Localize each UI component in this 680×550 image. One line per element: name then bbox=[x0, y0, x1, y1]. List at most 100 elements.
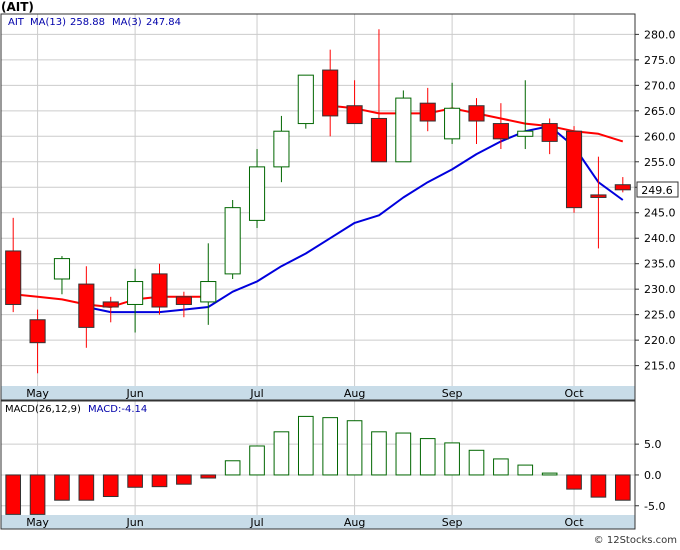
macd-bar bbox=[54, 474, 70, 501]
price-x-label: Aug bbox=[344, 387, 365, 400]
price-panel: May Jun Jul Aug Sep Oct 215.0 220.0 225.0 230.0 2… bbox=[0, 13, 676, 401]
candle bbox=[395, 90, 412, 163]
candle-body bbox=[346, 105, 363, 125]
candle-body bbox=[492, 123, 509, 140]
candle-body bbox=[297, 74, 314, 125]
candle-body bbox=[395, 97, 412, 163]
price-x-label: May bbox=[26, 387, 49, 400]
candle-body bbox=[200, 281, 217, 303]
legend-ma13-value: 258.88 bbox=[70, 17, 105, 28]
last-price-tag-text: 249.6 bbox=[641, 184, 673, 197]
macd-bar bbox=[395, 432, 412, 476]
macd-y-tick-label: -5.0 bbox=[644, 500, 665, 513]
macd-legend-value: MACD:-4.14 bbox=[88, 404, 147, 415]
candle-body bbox=[102, 301, 119, 308]
macd-bar bbox=[468, 449, 485, 476]
price-plot-area bbox=[1, 14, 635, 386]
candle-body bbox=[444, 107, 461, 140]
macd-bar bbox=[541, 472, 558, 476]
legend-ma3-value: 247.84 bbox=[146, 17, 181, 28]
candle bbox=[565, 126, 583, 213]
macd-x-label: Jul bbox=[249, 516, 263, 529]
macd-y-tick-label: 0.0 bbox=[644, 469, 662, 482]
macd-bar bbox=[346, 420, 363, 476]
macd-y-tick-label: 5.0 bbox=[644, 438, 662, 451]
macd-bar bbox=[419, 438, 436, 476]
macd-bar bbox=[273, 431, 290, 476]
candle-body bbox=[151, 273, 168, 308]
candle-body bbox=[29, 319, 46, 344]
macd-bar bbox=[78, 474, 95, 501]
price-y-tick-label: 245.0 bbox=[644, 207, 676, 220]
last-price-tag: 249.6 bbox=[636, 181, 679, 198]
macd-bar bbox=[614, 474, 631, 501]
macd-bar bbox=[297, 415, 314, 476]
candle-body bbox=[127, 281, 144, 305]
macd-bar bbox=[176, 474, 192, 485]
watermark: © 12Stocks.com bbox=[594, 535, 677, 546]
macd-bar bbox=[151, 474, 168, 488]
macd-legend-label: MACD(26,12,9) bbox=[5, 404, 81, 415]
price-x-label: Sep bbox=[442, 387, 463, 400]
candle-body bbox=[248, 166, 266, 221]
price-y-tick-label: 255.0 bbox=[644, 156, 676, 169]
macd-date-band bbox=[1, 515, 635, 529]
macd-bar bbox=[371, 431, 387, 476]
price-y-tick-label: 235.0 bbox=[644, 258, 676, 271]
candle-body bbox=[5, 250, 22, 305]
candle-body bbox=[614, 184, 631, 191]
candle-body bbox=[541, 123, 558, 142]
candle-body bbox=[590, 194, 607, 198]
price-y-tick-label: 215.0 bbox=[644, 360, 676, 373]
macd-bar bbox=[29, 474, 46, 515]
candle-body bbox=[517, 130, 534, 137]
price-date-band bbox=[1, 386, 635, 400]
macd-x-label: May bbox=[26, 516, 49, 529]
stock-chart: May Jun Jul Aug Sep Oct 215.0 220.0 225.0 230.0 2… bbox=[0, 0, 680, 546]
macd-bar bbox=[127, 474, 143, 488]
candle-body bbox=[370, 117, 388, 163]
macd-bar bbox=[493, 458, 509, 476]
price-y-tick-label: 275.0 bbox=[644, 54, 676, 67]
macd-bar bbox=[322, 417, 339, 476]
legend-symbol: AIT bbox=[8, 17, 25, 28]
price-y-tick-label: 230.0 bbox=[644, 283, 676, 296]
macd-x-label: Oct bbox=[565, 516, 585, 529]
candle bbox=[224, 200, 241, 279]
candle bbox=[297, 74, 314, 129]
macd-x-label: Sep bbox=[442, 516, 463, 529]
price-y-tick-label: 240.0 bbox=[644, 232, 676, 245]
price-y-tick-label: 225.0 bbox=[644, 309, 676, 322]
macd-bar bbox=[224, 460, 241, 476]
macd-bar bbox=[517, 464, 534, 476]
macd-x-label: Jun bbox=[126, 516, 144, 529]
macd-bar bbox=[200, 474, 217, 479]
price-x-label: Jul bbox=[249, 387, 263, 400]
candle-body bbox=[468, 105, 485, 122]
price-x-label: Oct bbox=[565, 387, 585, 400]
chart-root: May Jun Jul Aug Sep Oct 215.0 220.0 225.0 230.0 2… bbox=[0, 0, 680, 546]
candle-body bbox=[53, 258, 71, 280]
candle-body bbox=[78, 283, 95, 328]
macd-bar bbox=[102, 474, 119, 498]
macd-panel: May Jun Jul Aug Sep Oct -5.0 0.0 5.0 MACD(26,12… bbox=[0, 400, 665, 530]
candle-body bbox=[322, 69, 339, 117]
macd-bar bbox=[566, 474, 582, 490]
chart-title: (AIT) bbox=[1, 0, 34, 14]
macd-bar bbox=[590, 474, 607, 498]
macd-bar bbox=[5, 474, 22, 515]
price-x-label: Jun bbox=[126, 387, 144, 400]
candle-body bbox=[565, 130, 583, 209]
macd-plot-area bbox=[1, 401, 635, 515]
legend-ma3-label: MA(3) bbox=[112, 17, 142, 28]
price-y-tick-label: 265.0 bbox=[644, 105, 676, 118]
price-y-tick-label: 220.0 bbox=[644, 334, 676, 347]
legend-ma13-label: MA(13) bbox=[30, 17, 66, 28]
candle-body bbox=[419, 102, 436, 122]
macd-bar bbox=[249, 445, 265, 476]
macd-x-label: Aug bbox=[344, 516, 365, 529]
price-y-tick-label: 260.0 bbox=[644, 130, 676, 143]
price-y-tick-label: 270.0 bbox=[644, 79, 676, 92]
candle-body bbox=[224, 207, 241, 275]
candle-body bbox=[273, 130, 290, 168]
